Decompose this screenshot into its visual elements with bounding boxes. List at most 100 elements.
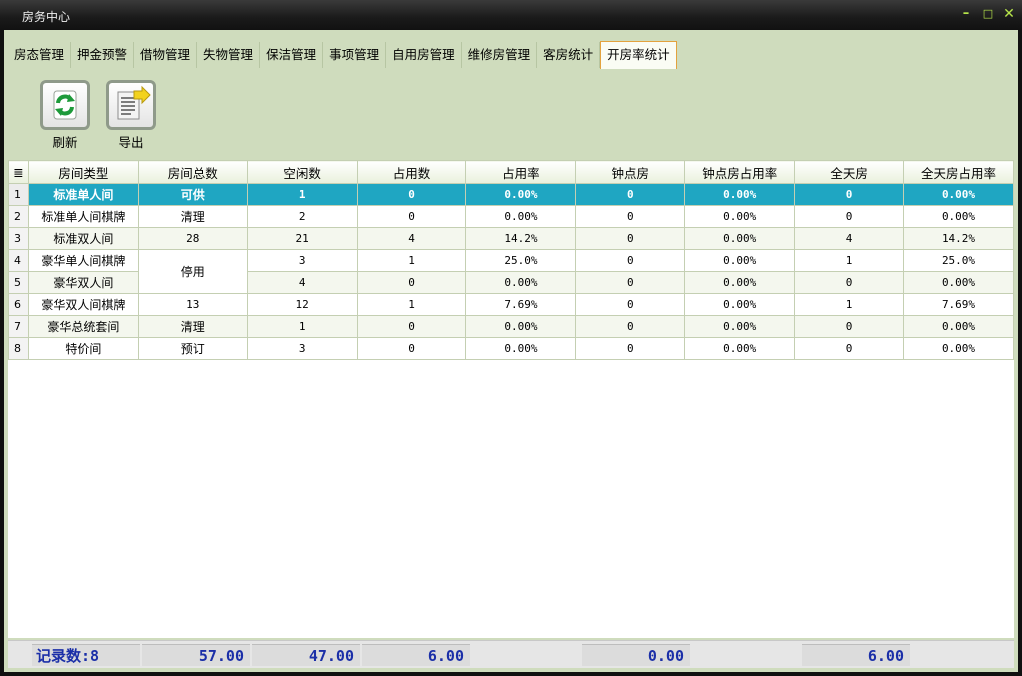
cell-hourly[interactable]: 0 xyxy=(575,183,686,206)
table-row[interactable]: 1 标准单人间 可供 1 0 0.00% 0 0.00% 0 0.00% xyxy=(8,183,1014,206)
cell-room-type[interactable]: 豪华双人间 xyxy=(27,271,139,294)
cell-free[interactable]: 21 xyxy=(246,227,358,250)
row-number[interactable]: 1 xyxy=(8,183,29,206)
cell-total[interactable]: 预订 xyxy=(137,337,248,360)
cell-fullday-rate[interactable]: 0.00% xyxy=(903,271,1014,294)
cell-hourly[interactable]: 0 xyxy=(575,293,686,316)
tab-repair-rooms[interactable]: 维修房管理 xyxy=(461,42,538,68)
cell-hourly-rate[interactable]: 0.00% xyxy=(684,315,796,338)
row-number[interactable]: 5 xyxy=(8,271,29,294)
column-header[interactable]: 全天房 xyxy=(794,160,905,184)
cell-fullday-rate[interactable]: 7.69% xyxy=(903,293,1014,316)
cell-room-type[interactable]: 标准双人间 xyxy=(27,227,139,250)
cell-rate[interactable]: 0.00% xyxy=(465,315,577,338)
tab-room-stats[interactable]: 客房统计 xyxy=(537,42,601,68)
cell-hourly-rate[interactable]: 0.00% xyxy=(684,249,796,272)
column-header[interactable]: 钟点房占用率 xyxy=(684,160,796,184)
cell-used[interactable]: 4 xyxy=(356,227,467,250)
tab-deposit-alert[interactable]: 押金预警 xyxy=(71,42,135,68)
cell-fullday[interactable]: 0 xyxy=(794,315,905,338)
cell-fullday-rate[interactable]: 0.00% xyxy=(903,205,1014,228)
row-number[interactable]: 3 xyxy=(8,227,29,250)
cell-room-type[interactable]: 豪华单人间棋牌 xyxy=(27,249,139,272)
cell-hourly[interactable]: 0 xyxy=(575,271,686,294)
row-selector-corner-icon[interactable]: ≣ xyxy=(8,160,29,184)
cell-used[interactable]: 0 xyxy=(356,271,467,294)
row-number[interactable]: 4 xyxy=(8,249,29,272)
cell-rate[interactable]: 0.00% xyxy=(465,271,577,294)
tab-lending[interactable]: 借物管理 xyxy=(134,42,198,68)
cell-free[interactable]: 3 xyxy=(246,337,358,360)
cell-used[interactable]: 1 xyxy=(356,293,467,316)
table-row[interactable]: 4 豪华单人间棋牌 停用 3 1 25.0% 0 0.00% 1 25.0% xyxy=(8,249,1014,294)
column-header[interactable]: 全天房占用率 xyxy=(903,160,1014,184)
tab-lost-found[interactable]: 失物管理 xyxy=(197,42,261,68)
cell-room-type[interactable]: 标准单人间棋牌 xyxy=(27,205,139,228)
minimize-icon[interactable]: – xyxy=(958,6,974,22)
cell-free[interactable]: 3 xyxy=(246,249,358,272)
column-header[interactable]: 钟点房 xyxy=(575,160,686,184)
column-header[interactable]: 房间总数 xyxy=(137,160,248,184)
cell-rate[interactable]: 0.00% xyxy=(465,183,577,206)
refresh-button[interactable]: 刷新 xyxy=(38,80,92,151)
cell-fullday-rate[interactable]: 0.00% xyxy=(903,315,1014,338)
table-row[interactable]: 8 特价间 预订 3 0 0.00% 0 0.00% 0 0.00% xyxy=(8,337,1014,360)
row-number[interactable]: 6 xyxy=(8,293,29,316)
title-bar[interactable]: 房务中心 – □ ✕ xyxy=(0,0,1022,30)
cell-rate[interactable]: 0.00% xyxy=(465,337,577,360)
cell-fullday-rate[interactable]: 14.2% xyxy=(903,227,1014,250)
cell-used[interactable]: 0 xyxy=(356,205,467,228)
close-icon[interactable]: ✕ xyxy=(1001,6,1017,22)
cell-total[interactable]: 28 xyxy=(137,227,248,250)
cell-hourly-rate[interactable]: 0.00% xyxy=(684,293,796,316)
cell-rate[interactable]: 7.69% xyxy=(465,293,577,316)
cell-room-type[interactable]: 标准单人间 xyxy=(27,183,139,206)
table-row[interactable]: 2 标准单人间棋牌 清理 2 0 0.00% 0 0.00% 0 0.00% xyxy=(8,205,1014,228)
cell-fullday[interactable]: 0 xyxy=(794,205,905,228)
cell-hourly-rate[interactable]: 0.00% xyxy=(684,337,796,360)
cell-rate[interactable]: 14.2% xyxy=(465,227,577,250)
row-number[interactable]: 7 xyxy=(8,315,29,338)
cell-total[interactable]: 停用 xyxy=(137,249,248,294)
cell-fullday[interactable]: 0 xyxy=(794,271,905,294)
row-number[interactable]: 2 xyxy=(8,205,29,228)
cell-fullday[interactable]: 0 xyxy=(794,337,905,360)
cell-rate[interactable]: 25.0% xyxy=(465,249,577,272)
cell-hourly-rate[interactable]: 0.00% xyxy=(684,205,796,228)
cell-fullday[interactable]: 0 xyxy=(794,183,905,206)
tab-matters[interactable]: 事项管理 xyxy=(323,42,387,68)
cell-free[interactable]: 1 xyxy=(246,315,358,338)
cell-fullday[interactable]: 1 xyxy=(794,249,905,272)
cell-fullday-rate[interactable]: 0.00% xyxy=(903,337,1014,360)
cell-hourly[interactable]: 0 xyxy=(575,337,686,360)
cell-fullday[interactable]: 4 xyxy=(794,227,905,250)
cell-fullday[interactable]: 1 xyxy=(794,293,905,316)
cell-hourly[interactable]: 0 xyxy=(575,249,686,272)
tab-room-status[interactable]: 房态管理 xyxy=(8,42,72,68)
cell-free[interactable]: 12 xyxy=(246,293,358,316)
cell-total[interactable]: 13 xyxy=(137,293,248,316)
column-header[interactable]: 占用率 xyxy=(465,160,577,184)
cell-free[interactable]: 1 xyxy=(246,183,358,206)
cell-room-type[interactable]: 豪华双人间棋牌 xyxy=(27,293,139,316)
cell-used[interactable]: 0 xyxy=(356,183,467,206)
cell-hourly[interactable]: 0 xyxy=(575,315,686,338)
maximize-icon[interactable]: □ xyxy=(980,6,996,22)
cell-hourly-rate[interactable]: 0.00% xyxy=(684,271,796,294)
tab-self-use-rooms[interactable]: 自用房管理 xyxy=(386,42,462,68)
cell-rate[interactable]: 0.00% xyxy=(465,205,577,228)
cell-hourly-rate[interactable]: 0.00% xyxy=(684,227,796,250)
cell-free[interactable]: 2 xyxy=(246,205,358,228)
tab-cleaning[interactable]: 保洁管理 xyxy=(260,42,324,68)
cell-hourly[interactable]: 0 xyxy=(575,227,686,250)
table-row[interactable]: 7 豪华总统套间 清理 1 0 0.00% 0 0.00% 0 0.00% xyxy=(8,315,1014,338)
cell-total[interactable]: 清理 xyxy=(137,315,248,338)
cell-fullday-rate[interactable]: 0.00% xyxy=(903,183,1014,206)
cell-total[interactable]: 可供 xyxy=(137,183,248,206)
cell-free[interactable]: 4 xyxy=(246,271,358,294)
export-button[interactable]: 导出 xyxy=(104,80,158,151)
column-header[interactable]: 空闲数 xyxy=(246,160,358,184)
cell-hourly[interactable]: 0 xyxy=(575,205,686,228)
table-row[interactable]: 6 豪华双人间棋牌 13 12 1 7.69% 0 0.00% 1 7.69% xyxy=(8,293,1014,316)
cell-fullday-rate[interactable]: 25.0% xyxy=(903,249,1014,272)
